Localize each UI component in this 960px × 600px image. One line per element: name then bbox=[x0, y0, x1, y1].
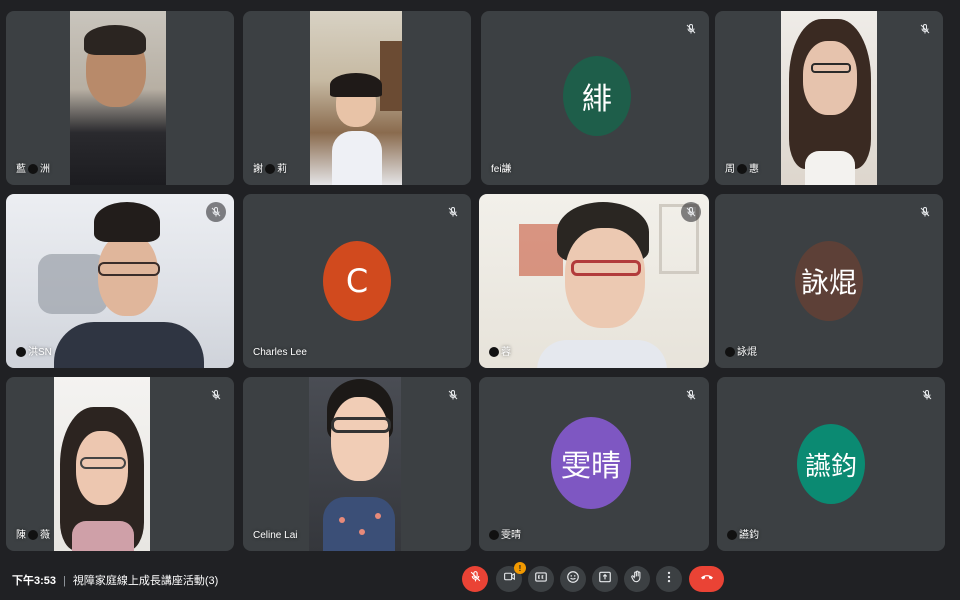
participant-name: 陳薇 bbox=[16, 530, 50, 541]
mic-toggle-button[interactable] bbox=[462, 566, 488, 592]
participant-tile[interactable]: 詠焜 詠焜 bbox=[715, 194, 943, 368]
avatar-initial: 緋 bbox=[582, 82, 612, 117]
mic-off-icon bbox=[917, 385, 937, 405]
participant-name: 洪SN bbox=[16, 343, 52, 358]
raise-hand-icon bbox=[630, 570, 644, 589]
participant-name: Celine Lai bbox=[253, 530, 298, 541]
mic-off-icon bbox=[206, 202, 226, 222]
mic-off-icon bbox=[915, 202, 935, 222]
participant-avatar: 讌鈞 bbox=[797, 424, 865, 504]
participant-avatar: 雯晴 bbox=[551, 417, 631, 509]
participant-name: 雯晴 bbox=[489, 526, 521, 541]
avatar-initial: 雯晴 bbox=[561, 449, 621, 484]
present-screen-button[interactable] bbox=[592, 566, 618, 592]
emoji-icon bbox=[566, 570, 580, 589]
raise-hand-button[interactable] bbox=[624, 566, 650, 592]
mic-off-icon bbox=[206, 385, 226, 405]
more-options-button[interactable] bbox=[656, 566, 682, 592]
participant-name: 藍洲 bbox=[16, 164, 50, 175]
avatar-initial: C bbox=[345, 262, 369, 300]
participant-tile[interactable]: 讌鈞 讌鈞 bbox=[717, 377, 945, 551]
avatar-initial: 讌鈞 bbox=[804, 451, 857, 482]
mic-off-icon bbox=[681, 385, 701, 405]
participant-name: Charles Lee bbox=[253, 347, 307, 358]
avatar-initial: 詠焜 bbox=[800, 266, 857, 299]
participant-tile[interactable]: 洪SN bbox=[6, 194, 234, 368]
captions-button[interactable] bbox=[528, 566, 554, 592]
leave-call-button[interactable] bbox=[689, 566, 724, 592]
participant-tile[interactable]: 雯晴 雯晴 bbox=[479, 377, 709, 551]
participant-grid: 藍洲 謝莉 緋 fei謙 周惠 洪SN C Charles Lee 蓉 詠焜 詠… bbox=[0, 0, 960, 558]
mic-off-icon bbox=[681, 202, 701, 222]
participant-video bbox=[479, 194, 709, 368]
participant-video bbox=[70, 11, 166, 185]
mic-off-icon bbox=[681, 19, 701, 39]
meeting-details[interactable]: 下午3:53 | 視障家庭線上成長講座活動(3) bbox=[12, 572, 218, 588]
participant-name: 詠焜 bbox=[725, 343, 757, 358]
participant-video bbox=[54, 377, 150, 551]
participant-video bbox=[781, 11, 877, 185]
participant-name: 周惠 bbox=[725, 164, 759, 175]
participant-tile[interactable]: Celine Lai bbox=[243, 377, 471, 551]
participant-name: 謝莉 bbox=[253, 164, 287, 175]
participant-tile[interactable]: 蓉 bbox=[479, 194, 709, 368]
mic-off-icon bbox=[915, 19, 935, 39]
emoji-reaction-button[interactable] bbox=[560, 566, 586, 592]
meeting-title: 視障家庭線上成長講座活動(3) bbox=[72, 575, 219, 587]
camera-icon bbox=[503, 570, 516, 588]
participant-video bbox=[6, 194, 234, 368]
participant-name: fei謙 bbox=[491, 164, 512, 175]
camera-toggle-button[interactable]: ! bbox=[496, 562, 526, 592]
participant-tile[interactable]: 緋 fei謙 bbox=[481, 11, 709, 185]
participant-tile[interactable]: 藍洲 bbox=[6, 11, 234, 185]
participant-name: 讌鈞 bbox=[727, 526, 759, 541]
participant-video bbox=[310, 11, 402, 185]
participant-tile[interactable]: 謝莉 bbox=[243, 11, 471, 185]
meeting-control-bar: 下午3:53 | 視障家庭線上成長講座活動(3) ! bbox=[0, 558, 960, 600]
mic-off-icon bbox=[443, 202, 463, 222]
participant-avatar: 詠焜 bbox=[795, 241, 863, 321]
mic-off-icon bbox=[443, 385, 463, 405]
participant-tile[interactable]: 周惠 bbox=[715, 11, 943, 185]
camera-warning-badge: ! bbox=[514, 562, 526, 574]
present-icon bbox=[598, 570, 612, 589]
participant-name: 蓉 bbox=[489, 343, 511, 358]
participant-avatar: C bbox=[323, 241, 391, 321]
mic-off-icon bbox=[469, 570, 482, 588]
hangup-icon bbox=[699, 569, 715, 590]
more-options-icon bbox=[662, 570, 676, 589]
meeting-separator: | bbox=[63, 575, 66, 587]
participant-tile[interactable]: C Charles Lee bbox=[243, 194, 471, 368]
captions-icon bbox=[534, 570, 548, 589]
participant-avatar: 緋 bbox=[563, 56, 631, 136]
participant-tile[interactable]: 陳薇 bbox=[6, 377, 234, 551]
meeting-time: 下午3:53 bbox=[12, 575, 57, 587]
participant-video bbox=[309, 377, 401, 551]
